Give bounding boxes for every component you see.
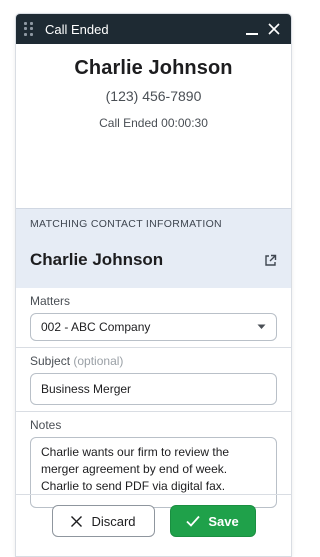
matters-selected-value: 002 - ABC Company [41, 320, 151, 334]
optional-hint: (optional) [73, 354, 124, 368]
save-button[interactable]: Save [169, 505, 256, 537]
minimize-icon[interactable] [243, 20, 261, 38]
caller-name: Charlie Johnson [74, 57, 233, 79]
caller-phone: (123) 456-7890 [105, 88, 202, 104]
discard-label: Discard [91, 513, 136, 529]
section-heading: MATCHING CONTACT INFORMATION [30, 218, 222, 230]
call-summary: Charlie Johnson (123) 456-7890 Call Ende… [16, 44, 291, 208]
matching-contact-panel: MATCHING CONTACT INFORMATION Charlie Joh… [16, 208, 291, 508]
call-status: Call Ended 00:00:30 [99, 116, 208, 130]
external-link-icon[interactable] [264, 254, 277, 267]
matters-label: Matters [30, 294, 71, 308]
matters-select[interactable]: 002 - ABC Company [30, 313, 277, 341]
subject-label: Subject (optional) [16, 348, 291, 368]
chevron-down-icon [257, 324, 266, 330]
discard-button[interactable]: Discard [51, 505, 155, 537]
close-icon[interactable] [265, 20, 283, 38]
subject-input[interactable]: Business Merger [30, 373, 277, 405]
action-bar: Discard Save [16, 494, 291, 554]
window-title: Call Ended [45, 21, 109, 37]
save-label: Save [208, 513, 239, 529]
contact-name: Charlie Johnson [30, 250, 164, 269]
drag-handle-icon[interactable] [24, 22, 34, 36]
checkmark-icon [186, 515, 200, 527]
close-icon [70, 515, 83, 528]
contact-header: MATCHING CONTACT INFORMATION Charlie Joh… [16, 209, 291, 288]
subject-label-text: Subject [30, 354, 71, 368]
titlebar[interactable]: Call Ended [16, 14, 291, 44]
notes-label: Notes [30, 418, 62, 432]
call-widget: Call Ended Charlie Johnson (123) 456-789… [15, 13, 292, 557]
